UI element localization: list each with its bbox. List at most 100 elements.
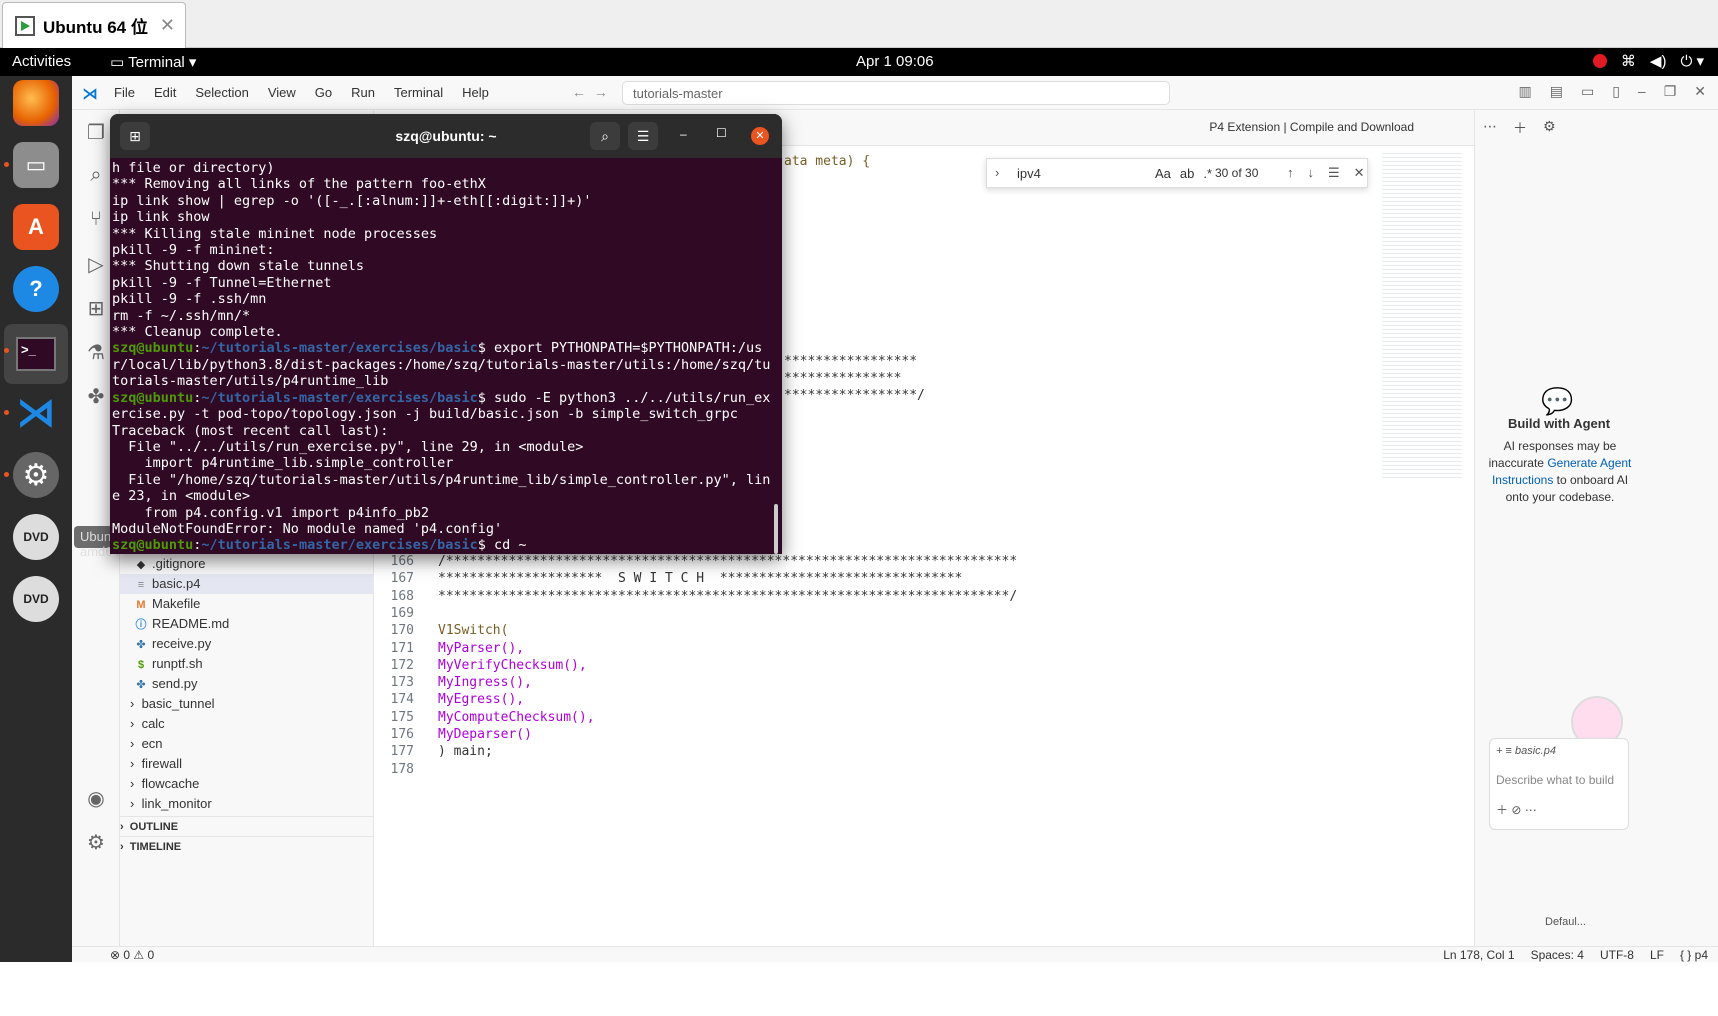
menu-view[interactable]: View [268, 85, 296, 100]
clock[interactable]: Apr 1 09:06 [856, 53, 934, 70]
command-center[interactable]: tutorials-master [622, 81, 1170, 105]
testing-icon[interactable]: ⚗ [84, 340, 108, 364]
find-input[interactable]: ipv4 [1017, 166, 1041, 181]
chat-toolbar[interactable]: ⋯ ＋ ⚙ [1483, 118, 1556, 138]
terminal-dock-item[interactable]: >_ [4, 324, 68, 384]
timeline-section[interactable]: › TIMELINE [120, 836, 374, 856]
aux-toggle-icon[interactable]: ▯ [1612, 83, 1620, 100]
software-center-icon[interactable]: A [13, 204, 59, 250]
tree-folder[interactable]: › ecn [120, 734, 374, 754]
search-icon[interactable]: ⌕ [84, 164, 108, 188]
nav-arrows[interactable]: ← → [572, 84, 608, 100]
show-apps-icon[interactable] [20, 984, 52, 1016]
tree-file[interactable]: ⓘ README.md [120, 614, 374, 634]
close-icon[interactable]: ✕ [160, 15, 175, 36]
selection-icon[interactable]: ☰ [1328, 165, 1340, 181]
tree-file[interactable]: ✤ send.py [120, 674, 374, 694]
editor-title[interactable]: P4 Extension | Compile and Download [1209, 120, 1414, 134]
settings-gear-icon[interactable]: ⚙ [1543, 118, 1556, 138]
terminal-scrollbar[interactable] [774, 504, 778, 554]
terminal-output[interactable]: h file or directory) *** Removing all lin… [112, 160, 772, 552]
dvd-icon-2[interactable]: DVD [13, 576, 59, 622]
activities-button[interactable]: Activities [12, 53, 71, 70]
tree-file-selected[interactable]: ≡ basic.p4 [120, 574, 374, 594]
tree-file[interactable]: M Makefile [120, 594, 374, 614]
menu-help[interactable]: Help [462, 85, 489, 100]
code-line: ********************* S W I T C H ******… [438, 571, 963, 587]
minimize-icon[interactable]: – [680, 127, 687, 141]
menu-go[interactable]: Go [315, 85, 332, 100]
system-tray[interactable]: ⌘ ◀) ⏻ ▾ [1592, 52, 1704, 70]
mode-picker[interactable]: Defaul... [1545, 916, 1586, 928]
more-icon[interactable]: ⋯ [1483, 118, 1497, 138]
problems-indicator[interactable]: ⊗ 0 ⚠ 0 [110, 948, 154, 962]
explorer-icon[interactable]: ❐ [84, 120, 108, 144]
python-icon[interactable]: ✤ [84, 384, 108, 408]
tree-file[interactable]: $ runptf.sh [120, 654, 374, 674]
dvd-icon[interactable]: DVD [13, 514, 59, 560]
line-number: 176 [390, 727, 414, 742]
arrow-down-icon[interactable]: ↓ [1308, 165, 1315, 181]
file-label: basic.p4 [152, 576, 201, 591]
menu-terminal[interactable]: Terminal [394, 85, 443, 100]
manage-gear-icon[interactable]: ⚙ [84, 830, 108, 854]
close-window-icon[interactable]: ✕ [1694, 83, 1706, 100]
maximize-icon[interactable]: ☐ [716, 126, 727, 140]
panel-toggle-icon[interactable]: ▭ [1581, 83, 1594, 100]
settings-icon[interactable]: ⚙ [13, 452, 59, 498]
tree-folder[interactable]: › flowcache [120, 774, 374, 794]
search-icon[interactable]: ⌕ [590, 122, 620, 150]
account-icon[interactable]: ◉ [84, 786, 108, 810]
window-controls[interactable]: ▥ ▤ ▭ ▯ – ❐ ✕ [1518, 83, 1706, 100]
terminal-line: h file or directory) [112, 160, 275, 176]
menu-edit[interactable]: Edit [154, 85, 176, 100]
tree-folder[interactable]: › firewall [120, 754, 374, 774]
terminal-window[interactable]: ⊞ szq@ubuntu: ~ ⌕ ☰ – ☐ ✕ h file or dire… [110, 114, 782, 554]
sidebar-toggle-icon[interactable]: ▤ [1550, 83, 1563, 100]
minimize-icon[interactable]: – [1638, 83, 1646, 100]
close-find-icon[interactable]: ✕ [1354, 165, 1365, 181]
layout-icon[interactable]: ▥ [1518, 83, 1531, 100]
tree-folder[interactable]: › calc [120, 714, 374, 734]
record-icon[interactable] [1592, 54, 1607, 68]
eol[interactable]: LF [1650, 948, 1664, 962]
help-icon[interactable]: ? [13, 266, 59, 312]
vscode-icon[interactable]: ⋊ [13, 390, 59, 436]
cursor-position[interactable]: Ln 178, Col 1 [1443, 948, 1514, 962]
match-case-toggle[interactable]: Aa [1155, 166, 1171, 181]
tree-folder[interactable]: › basic_tunnel [120, 694, 374, 714]
tree-folder[interactable]: › link_monitor [120, 794, 374, 814]
arrow-up-icon[interactable]: ↑ [1287, 165, 1294, 181]
outline-section[interactable]: › OUTLINE [120, 816, 374, 836]
run-debug-icon[interactable]: ▷ [84, 252, 108, 276]
language-mode[interactable]: { } p4 [1680, 948, 1708, 962]
menu-selection[interactable]: Selection [195, 85, 248, 100]
attached-file-chip[interactable]: + ≡ basic.p4 [1496, 745, 1622, 757]
menu-run[interactable]: Run [351, 85, 375, 100]
new-chat-icon[interactable]: ＋ [1513, 118, 1527, 138]
close-icon[interactable]: ✕ [751, 127, 769, 145]
regex-toggle[interactable]: .* [1203, 166, 1212, 181]
extensions-icon[interactable]: ⊞ [84, 296, 108, 320]
tree-file[interactable]: ✤ receive.py [120, 634, 374, 654]
chat-actions[interactable]: ＋ ⊘ ⋯ [1496, 801, 1622, 818]
files-icon[interactable]: ▭ [13, 142, 59, 188]
tree-file[interactable]: ◆ .gitignore [120, 554, 374, 574]
maximize-icon[interactable]: ❐ [1664, 83, 1677, 100]
minimap[interactable] [1382, 150, 1462, 480]
folder-label: ecn [141, 736, 163, 751]
encoding[interactable]: UTF-8 [1600, 948, 1634, 962]
app-menu[interactable]: ▭ Terminal ▾ [110, 53, 196, 71]
chevron-right-icon[interactable]: › [995, 165, 999, 180]
indentation[interactable]: Spaces: 4 [1531, 948, 1584, 962]
hamburger-menu-icon[interactable]: ☰ [628, 122, 658, 150]
vm-tab[interactable]: Ubuntu 64 位 ✕ [2, 2, 186, 48]
line-number: 178 [390, 761, 414, 777]
code-line: V1Switch( [438, 623, 509, 639]
chat-input-box[interactable]: + ≡ basic.p4 Describe what to build ＋ ⊘ … [1489, 738, 1629, 830]
source-control-icon[interactable]: ⑂ [84, 208, 108, 232]
chat-input[interactable]: Describe what to build [1496, 773, 1622, 787]
whole-word-toggle[interactable]: ab [1180, 166, 1194, 181]
firefox-icon[interactable] [13, 80, 59, 126]
menu-file[interactable]: File [114, 85, 135, 100]
